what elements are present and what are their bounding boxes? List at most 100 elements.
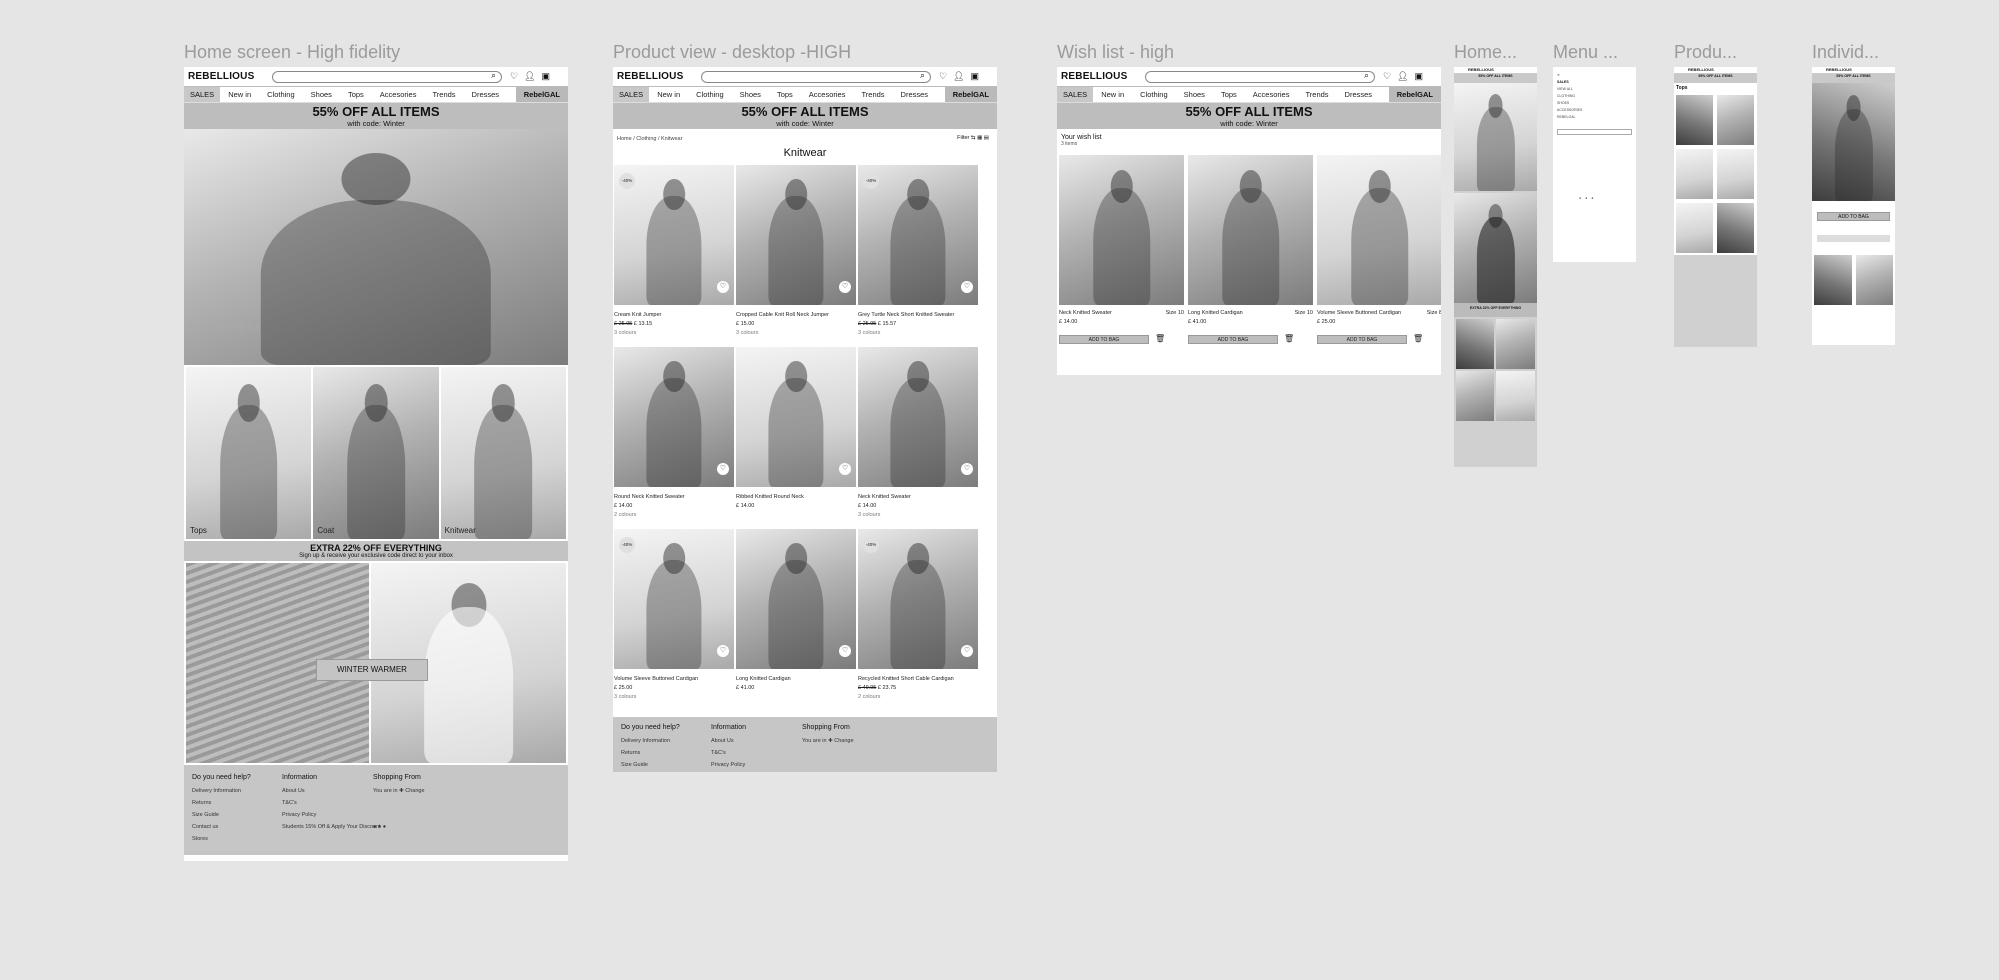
bag-icon[interactable]: ▣ (542, 71, 551, 82)
mobile-tile[interactable] (1496, 319, 1535, 369)
product-name[interactable]: Long Knitted Cardigan (736, 675, 856, 684)
hero-cta[interactable]: Shop Valentines (188, 322, 260, 333)
nav-item[interactable]: New in (1093, 90, 1132, 99)
mobile-add-to-bag[interactable]: ADD TO BAG (1817, 212, 1890, 221)
nav-item[interactable]: Dresses (1337, 90, 1381, 99)
promo-strip[interactable]: EXTRA 22% OFF EVERYTHING Sign up & recei… (184, 541, 568, 561)
product-name[interactable]: Ribbed Knitted Round Neck (736, 493, 856, 502)
heart-icon[interactable]: ♡ (939, 71, 947, 82)
menu-item[interactable]: CLOTHING (1557, 93, 1632, 100)
nav-item[interactable]: Clothing (1132, 90, 1176, 99)
footer-link[interactable]: Stores (192, 833, 251, 845)
product-card[interactable]: -40% ♡ Cream Knit Jumper £ 25.95 £ 13.15 3 c… (614, 165, 734, 338)
nav-item[interactable]: Clothing (688, 90, 732, 99)
mobile-product-card[interactable] (1717, 95, 1754, 145)
footer-link[interactable]: Privacy Policy (282, 809, 381, 821)
product-image[interactable]: -40% ♡ (614, 529, 734, 669)
menu-item[interactable]: ACCESSORIES (1557, 107, 1632, 114)
wishlist-heart-icon[interactable]: ♡ (961, 645, 973, 657)
mobile-promo[interactable]: EXTRA 22% OFF EVERYTHING (1454, 303, 1537, 317)
product-name[interactable]: Neck Knitted Sweater (858, 493, 978, 502)
search-icon[interactable]: ⌕ (920, 70, 925, 81)
nav-item[interactable]: Shoes (732, 90, 769, 99)
heart-icon[interactable]: ♡ (510, 71, 518, 82)
close-icon[interactable]: ✕ (1557, 72, 1632, 79)
wishlist-item-name[interactable]: Long Knitted Cardigan (1188, 309, 1243, 318)
facebook-icon[interactable]: ● (373, 824, 376, 830)
footer-link[interactable]: T&C's (282, 797, 381, 809)
product-name[interactable]: Cream Knit Jumper (614, 311, 734, 320)
wishlist-heart-icon[interactable]: ♡ (961, 281, 973, 293)
filter-label[interactable]: Filter (957, 135, 969, 141)
footer-link[interactable]: Delivery Information (192, 785, 251, 797)
mobile-tile[interactable] (1456, 371, 1494, 421)
user-icon[interactable]: 👤︎ (953, 71, 964, 82)
footer-link[interactable]: Students 15% Off & Apply Your Discount (282, 821, 381, 833)
wishlist-heart-icon[interactable]: ♡ (839, 281, 851, 293)
product-image[interactable]: ♡ (858, 347, 978, 487)
wishlist-heart-icon[interactable]: ♡ (717, 463, 729, 475)
product-image[interactable]: ♡ (614, 347, 734, 487)
brand-logo[interactable]: REBELLIOUS (1061, 71, 1137, 82)
wishlist-image[interactable] (1059, 155, 1184, 305)
mobile-related-image[interactable] (1855, 255, 1893, 305)
wishlist-item[interactable]: Volume Sleeve Buttoned Cardigan Size 8 £ 2… (1317, 155, 1441, 355)
menu-item[interactable]: VIEW ALL (1557, 86, 1632, 93)
nav-sales[interactable]: SALES (184, 87, 221, 102)
wishlist-item-name[interactable]: Volume Sleeve Buttoned Cardigan (1317, 309, 1401, 318)
heart-icon[interactable]: ♡ (1383, 71, 1391, 82)
twitter-icon[interactable]: ● (383, 824, 386, 830)
product-name[interactable]: Volume Sleeve Buttoned Cardigan (614, 675, 734, 684)
product-name[interactable]: Grey Turtle Neck Short Knitted Sweater (858, 311, 978, 320)
product-card[interactable]: ♡ Ribbed Knitted Round Neck £ 14.00 (736, 347, 856, 511)
wishlist-heart-icon[interactable]: ♡ (839, 463, 851, 475)
search-input[interactable]: ⌕ (701, 70, 931, 83)
category-tile[interactable]: Coat (313, 367, 439, 539)
winter-warmer-button[interactable]: WINTER WARMER (316, 659, 428, 681)
footer-link[interactable]: T&C's (711, 747, 746, 759)
mobile-product-card[interactable] (1676, 95, 1713, 145)
brand-logo[interactable]: REBELLIOUS (188, 71, 264, 82)
nav-sales[interactable]: SALES (613, 87, 650, 102)
mobile-product-image[interactable] (1812, 83, 1895, 201)
bag-icon[interactable]: ▣ (971, 71, 980, 82)
wishlist-heart-icon[interactable]: ♡ (717, 281, 729, 293)
mobile-tile[interactable] (1496, 371, 1535, 421)
product-image[interactable]: ♡ (736, 165, 856, 305)
product-card[interactable]: -40% ♡ Grey Turtle Neck Short Knitted Swea… (858, 165, 978, 338)
trash-icon[interactable]: 🗑︎ (1413, 334, 1423, 343)
wishlist-heart-icon[interactable]: ♡ (839, 645, 851, 657)
instagram-icon[interactable]: ● (378, 824, 381, 830)
mobile-feature-image[interactable] (1454, 193, 1537, 303)
nav-item[interactable]: Accesories (801, 90, 854, 99)
wishlist-heart-icon[interactable]: ♡ (961, 463, 973, 475)
footer-ship-change[interactable]: Change (834, 738, 853, 744)
nav-item[interactable]: Accesories (372, 90, 425, 99)
mobile-product-card[interactable] (1717, 203, 1754, 253)
nav-item[interactable]: Accesories (1245, 90, 1298, 99)
nav-item[interactable]: Clothing (259, 90, 303, 99)
trash-icon[interactable]: 🗑︎ (1284, 334, 1294, 343)
mobile-related-image[interactable] (1814, 255, 1852, 305)
product-card[interactable]: ♡ Neck Knitted Sweater £ 14.00 3 colours (858, 347, 978, 520)
search-input[interactable]: ⌕ (272, 70, 502, 83)
product-image[interactable]: -40% ♡ (614, 165, 734, 305)
wishlist-heart-icon[interactable]: ♡ (717, 645, 729, 657)
product-name[interactable]: Recycled Knitted Short Cable Cardigan (858, 675, 978, 684)
product-name[interactable]: Round Neck Knitted Sweater (614, 493, 734, 502)
user-icon[interactable]: 👤︎ (524, 71, 535, 82)
facebook-icon[interactable]: ● (1579, 195, 1581, 202)
trash-icon[interactable]: 🗑︎ (1155, 334, 1165, 343)
product-image[interactable]: -40% ♡ (858, 529, 978, 669)
product-card[interactable]: ♡ Cropped Cable Knit Roll Neck Jumper £ 1… (736, 165, 856, 338)
mobile-hero-image[interactable] (1454, 83, 1537, 191)
mobile-logo[interactable]: REBELLIOUS (1454, 67, 1537, 74)
product-image[interactable]: ♡ (736, 347, 856, 487)
product-image[interactable]: -40% ♡ (858, 165, 978, 305)
mobile-logo[interactable]: REBELLIOUS (1812, 67, 1895, 74)
category-tile[interactable]: Knitwear (440, 367, 566, 539)
mobile-tile[interactable] (1456, 319, 1494, 369)
nav-rebelgal[interactable]: RebelGAL (515, 87, 568, 102)
brand-logo[interactable]: REBELLIOUS (617, 71, 693, 82)
nav-item[interactable]: Tops (769, 90, 801, 99)
